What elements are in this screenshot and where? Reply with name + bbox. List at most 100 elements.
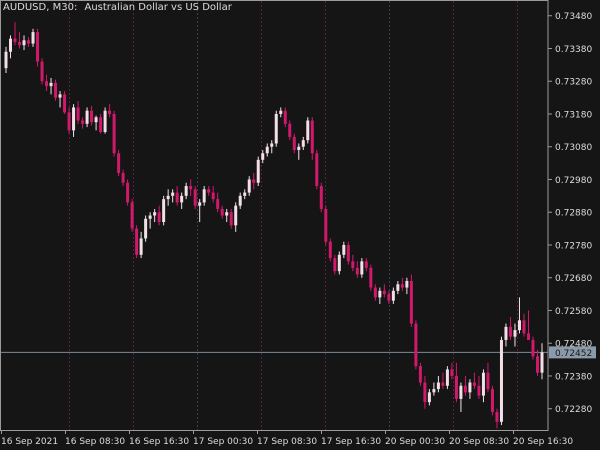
candle <box>463 375 467 396</box>
candle-body <box>211 192 215 200</box>
candle-body <box>4 51 8 69</box>
candle <box>373 284 377 301</box>
candle <box>355 261 359 278</box>
candle <box>391 287 395 304</box>
bid-price-label: 0.72452 <box>549 346 596 359</box>
candle <box>513 323 517 347</box>
candle <box>162 195 166 226</box>
candle-body <box>166 195 170 200</box>
candle-body <box>40 61 44 82</box>
candle-body <box>378 290 382 298</box>
candle-body <box>477 385 481 396</box>
symbol-period-label: AUDUSD, M30: <box>3 2 78 13</box>
candle <box>198 199 202 223</box>
candle <box>540 343 544 380</box>
candle-body <box>400 284 404 288</box>
candle-body <box>225 212 229 216</box>
price-tick-label: 0.72580 <box>555 307 592 317</box>
candle <box>211 186 215 203</box>
candle-body <box>144 218 148 239</box>
price-chart[interactable]: 0.73480 0.73380 0.73280 0.73180 0.73080 0.729… <box>0 0 600 450</box>
candle <box>135 225 139 259</box>
candle <box>9 35 13 59</box>
candle-body <box>22 40 26 46</box>
candle <box>256 156 260 187</box>
candle <box>436 375 440 393</box>
chart-window[interactable]: 0.73480 0.73380 0.73280 0.73180 0.73080 0.729… <box>0 0 600 450</box>
candle-body <box>499 339 503 422</box>
candle <box>171 189 175 203</box>
price-tick-label: 0.73480 <box>555 12 592 22</box>
candle-body <box>238 195 242 206</box>
candle <box>175 186 179 206</box>
candle <box>508 317 512 340</box>
time-tick-label: 16 Sep 16:30 <box>129 437 189 447</box>
candle-body <box>31 32 35 44</box>
candle <box>193 186 197 209</box>
candle <box>63 91 67 114</box>
candle <box>454 362 458 403</box>
time-tick-label: 20 Sep 00:30 <box>385 437 445 447</box>
candle-body <box>54 82 58 98</box>
time-axis[interactable]: 16 Sep 2021 16 Sep 08:30 16 Sep 16:30 17 Se… <box>1 430 573 447</box>
candle-body <box>162 199 166 223</box>
candle-body <box>535 356 539 373</box>
candle <box>157 205 161 226</box>
symbol-header: AUDUSD, M30: Australian Dollar vs US Dol… <box>3 2 236 13</box>
candle-body <box>522 320 526 334</box>
candle-body <box>99 117 103 132</box>
candle-body <box>508 326 512 337</box>
candle <box>472 372 476 390</box>
candle <box>360 258 364 278</box>
candle <box>112 110 116 157</box>
candle <box>40 58 44 85</box>
candle-body <box>409 280 413 324</box>
price-tick-label: 0.73180 <box>555 110 592 120</box>
candle <box>450 362 454 380</box>
candle <box>27 37 31 47</box>
candle <box>220 205 224 219</box>
candle <box>153 208 157 223</box>
candle <box>243 189 247 200</box>
candle <box>432 382 436 396</box>
candle-body <box>130 202 134 229</box>
candle <box>85 107 89 128</box>
candle-body <box>117 153 121 173</box>
candle <box>306 117 310 144</box>
candle <box>121 169 125 187</box>
candle-body <box>274 113 278 144</box>
candle <box>126 179 130 206</box>
candle <box>490 385 494 416</box>
candle-body <box>94 117 98 123</box>
candle <box>283 107 287 128</box>
candle <box>279 107 283 118</box>
price-tick-label: 0.73380 <box>555 45 592 55</box>
candle <box>319 182 323 213</box>
candle-body <box>45 81 49 87</box>
candle <box>45 74 49 92</box>
candle <box>67 107 71 134</box>
time-tick-label: 17 Sep 08:30 <box>257 437 317 447</box>
candle-body <box>90 110 94 123</box>
candle <box>427 389 431 406</box>
candle <box>346 241 350 265</box>
candle <box>148 212 152 229</box>
candle-body <box>279 110 283 114</box>
candle <box>301 136 305 151</box>
candle <box>288 120 292 141</box>
candle <box>396 280 400 295</box>
candle-body <box>486 372 490 390</box>
candle <box>445 366 449 390</box>
candle-body <box>198 202 202 206</box>
candle-body <box>495 411 499 422</box>
candle-body <box>427 392 431 403</box>
candle-body <box>256 159 260 183</box>
candle <box>207 186 211 196</box>
candle <box>414 320 418 370</box>
candle <box>270 140 274 154</box>
candle <box>166 189 170 206</box>
candle <box>90 105 94 126</box>
candle-body <box>328 241 332 259</box>
candle <box>342 241 346 259</box>
candle-body <box>531 339 535 357</box>
